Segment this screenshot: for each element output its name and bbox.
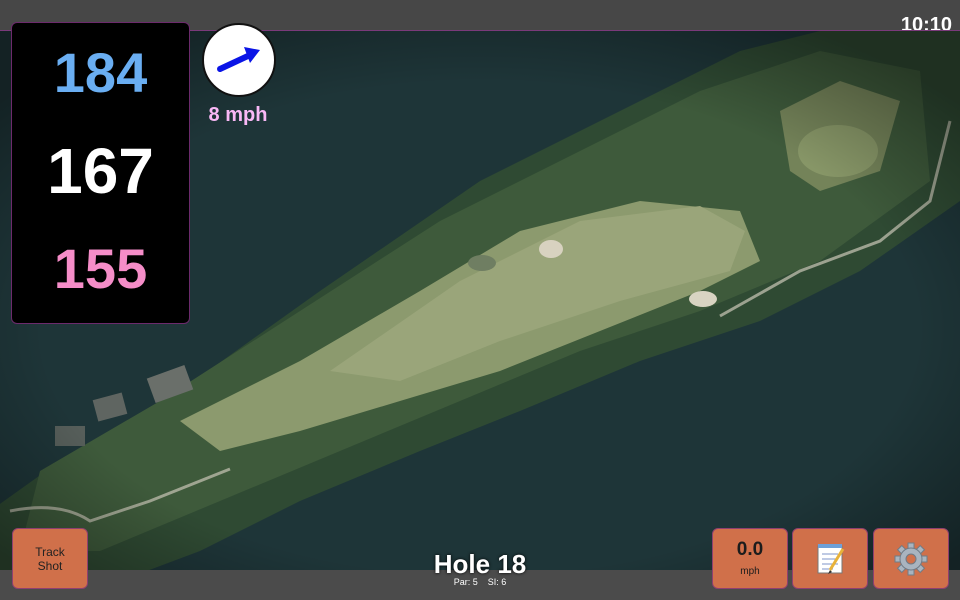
gear-icon <box>894 542 928 576</box>
scorecard-notes-button[interactable] <box>792 528 868 589</box>
notepad-icon <box>817 544 845 574</box>
track-shot-button[interactable]: Track Shot <box>12 528 88 589</box>
hole-stroke-index: SI: 6 <box>487 577 507 587</box>
distance-panel: 184 167 155 <box>11 22 190 324</box>
hole-par: Par: 5 <box>453 577 478 587</box>
speed-unit: mph <box>740 566 760 577</box>
front-of-green-distance: 155 <box>53 237 148 300</box>
speed-button[interactable]: 0.0 mph <box>712 528 788 589</box>
wind-indicator <box>202 23 276 97</box>
wind-speed-label: 8 mph <box>208 104 268 126</box>
track-shot-label-line1: Track <box>35 544 65 559</box>
settings-button[interactable] <box>873 528 949 589</box>
track-shot-label-line2: Shot <box>37 558 63 573</box>
speed-value: 0.0 <box>736 539 764 560</box>
hole-info: Par: 5 SI: 6 <box>400 577 560 587</box>
middle-of-green-distance: 167 <box>47 135 154 207</box>
back-of-green-distance: 184 <box>53 41 148 104</box>
wind-direction-arrow-icon <box>217 47 260 72</box>
hole-title: Hole 18 <box>433 549 527 579</box>
